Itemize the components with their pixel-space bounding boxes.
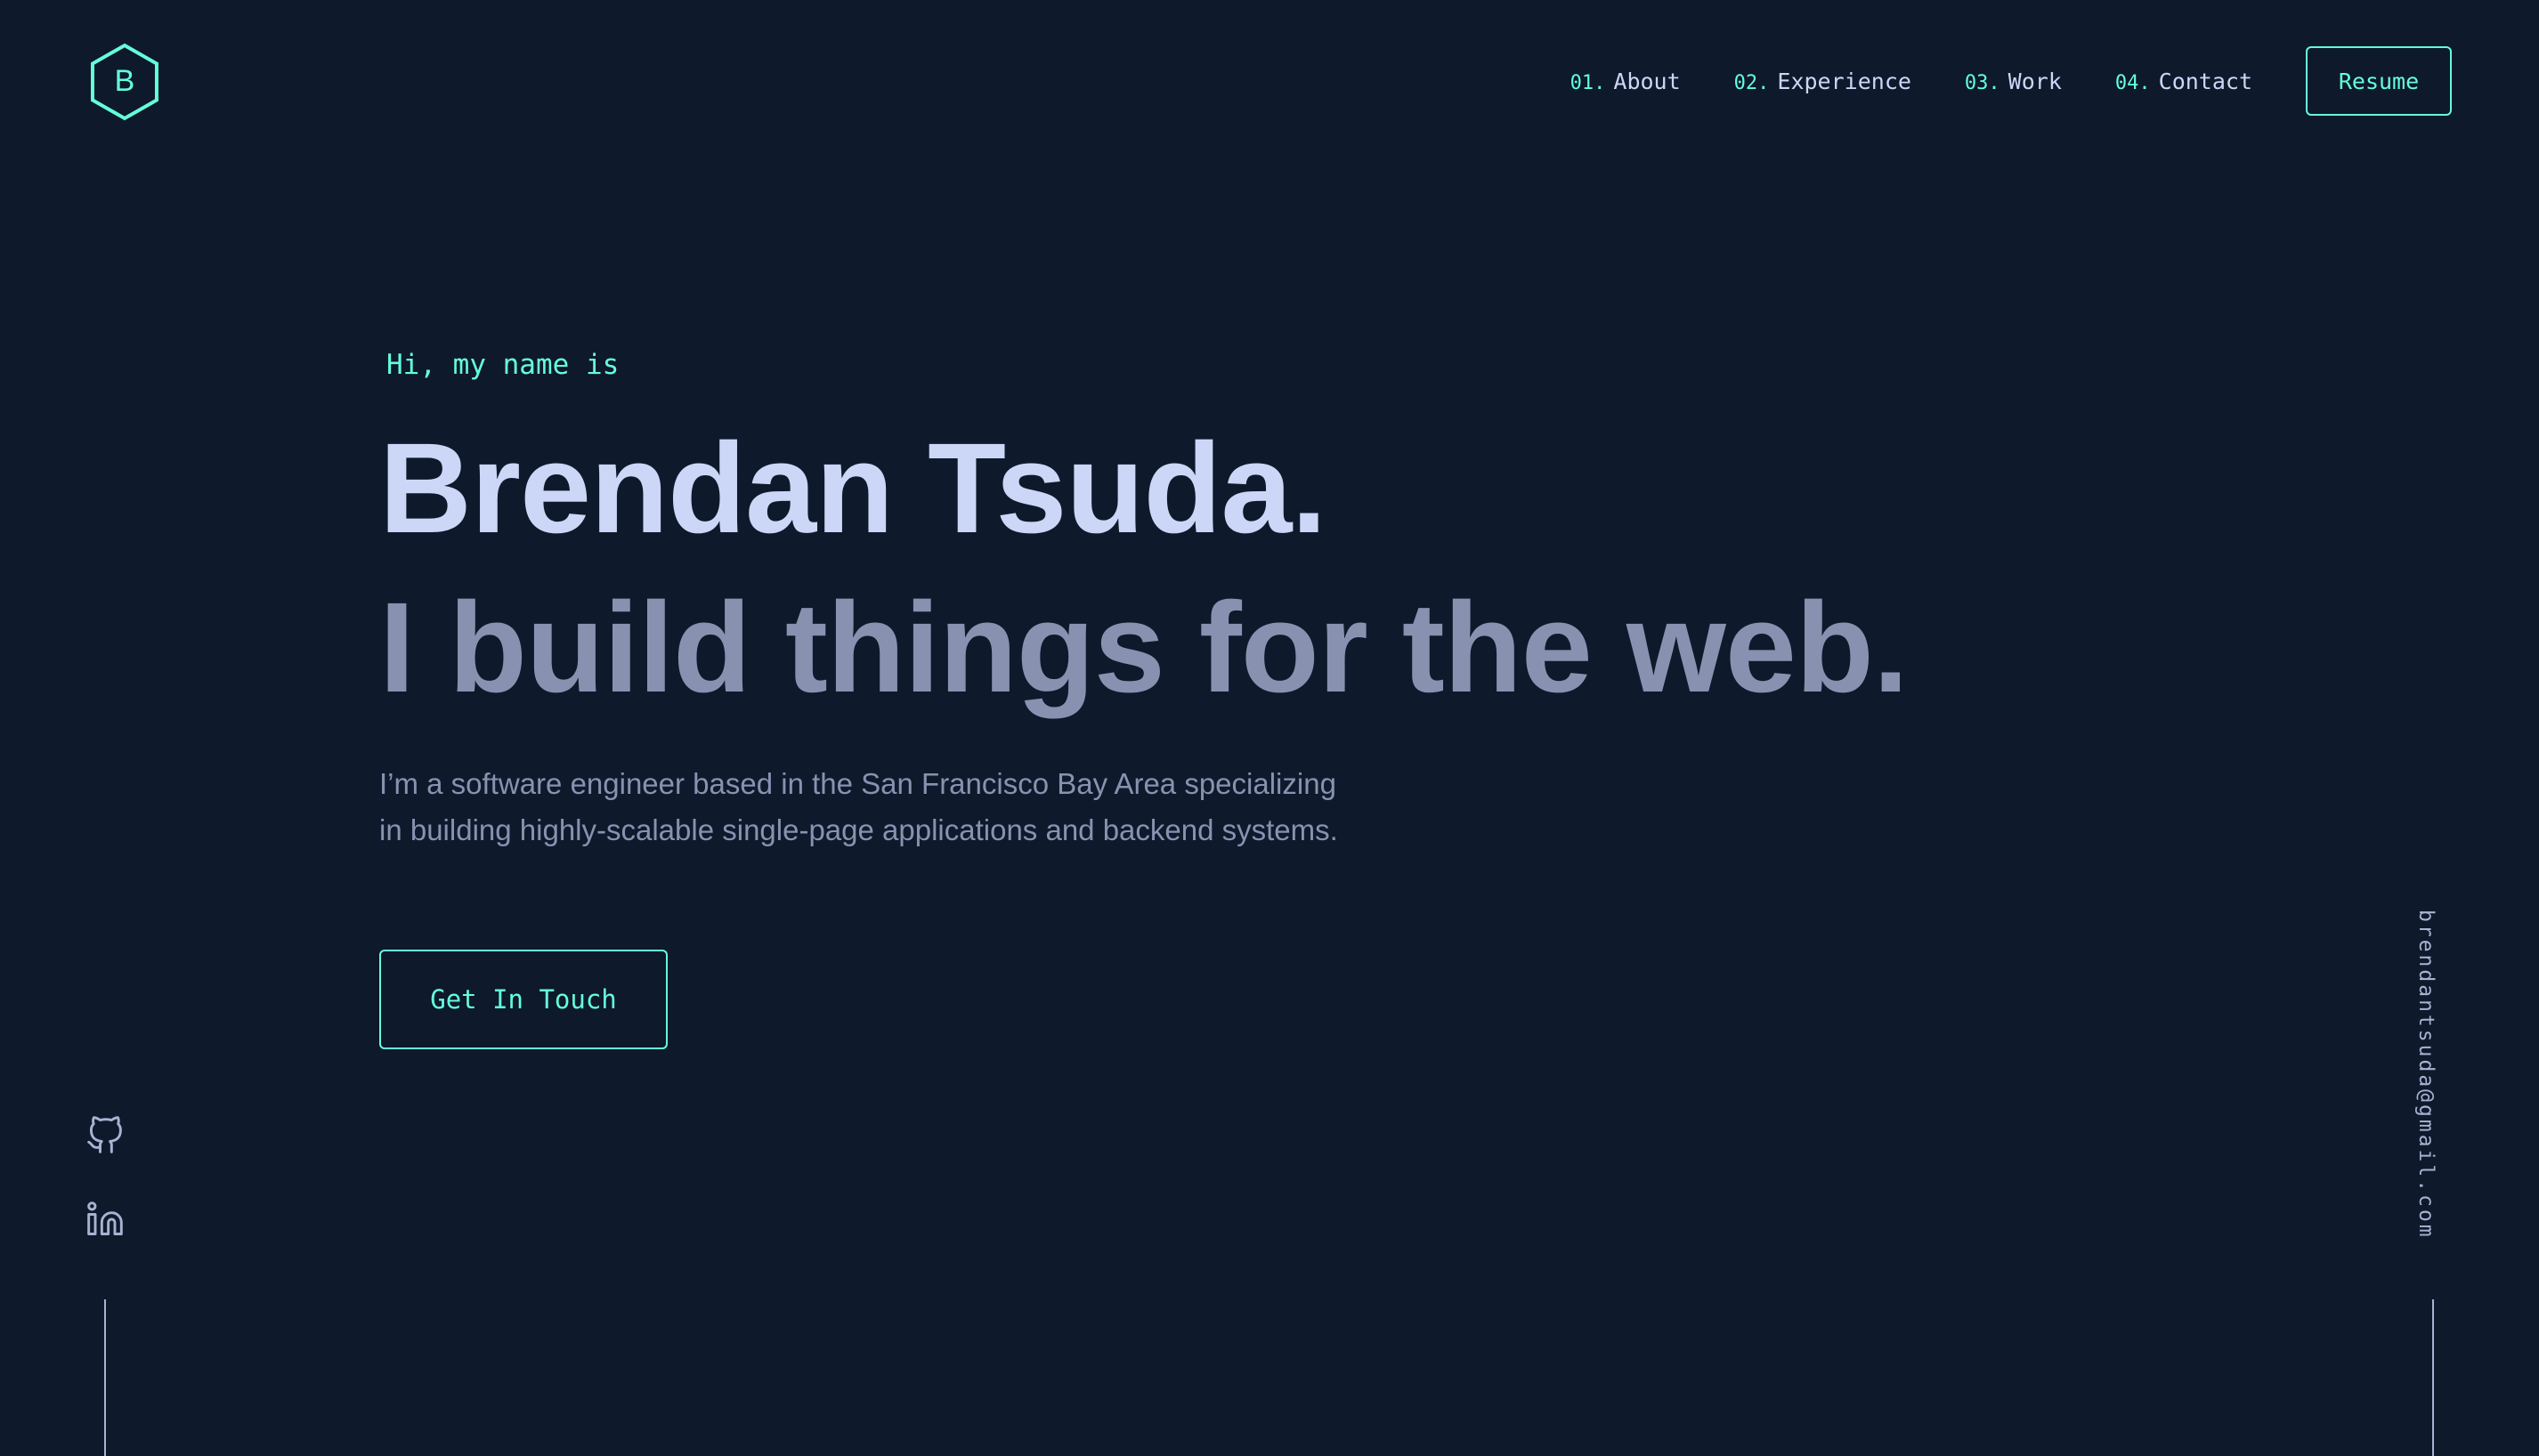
hero-name: Brendan Tsuda.	[379, 417, 1326, 560]
github-icon	[87, 1116, 122, 1153]
main-nav: 01. About 02. Experience 03. Work 04. Co…	[1570, 46, 2452, 116]
hero-tagline: I build things for the web.	[379, 576, 1909, 719]
linkedin-icon	[87, 1201, 123, 1235]
nav-number: 02.	[1733, 71, 1770, 94]
nav-label: About	[1613, 68, 1681, 94]
nav-number: 01.	[1570, 71, 1606, 94]
hexagon-logo-icon: B	[91, 43, 158, 121]
nav-number: 04.	[2114, 71, 2151, 94]
github-link[interactable]	[85, 1116, 125, 1155]
nav-item-about[interactable]: 01. About	[1570, 69, 1681, 94]
social-links	[85, 1116, 125, 1283]
nav-label: Contact	[2158, 68, 2252, 94]
email-link[interactable]: brendantsuda@gmail.com	[2414, 910, 2438, 1240]
hero-bio: I’m a software engineer based in the San…	[379, 767, 1338, 846]
right-vertical-line	[2432, 1299, 2434, 1456]
nav-item-contact[interactable]: 04. Contact	[2115, 69, 2252, 94]
linkedin-link[interactable]	[85, 1200, 125, 1239]
left-vertical-line	[104, 1299, 106, 1456]
nav-number: 03.	[1964, 71, 2000, 94]
logo[interactable]: B	[89, 43, 160, 121]
get-in-touch-button[interactable]: Get In Touch	[379, 950, 668, 1049]
logo-letter: B	[115, 64, 135, 98]
hero-greeting: Hi, my name is	[386, 349, 620, 381]
nav-item-experience[interactable]: 02. Experience	[1734, 69, 1911, 94]
nav-label: Work	[2008, 68, 2062, 94]
nav-label: Experience	[1777, 68, 1911, 94]
hero-section: Hi, my name is Brendan Tsuda. I build th…	[379, 343, 1909, 1049]
resume-button[interactable]: Resume	[2306, 46, 2452, 116]
nav-item-work[interactable]: 03. Work	[1965, 69, 2062, 94]
